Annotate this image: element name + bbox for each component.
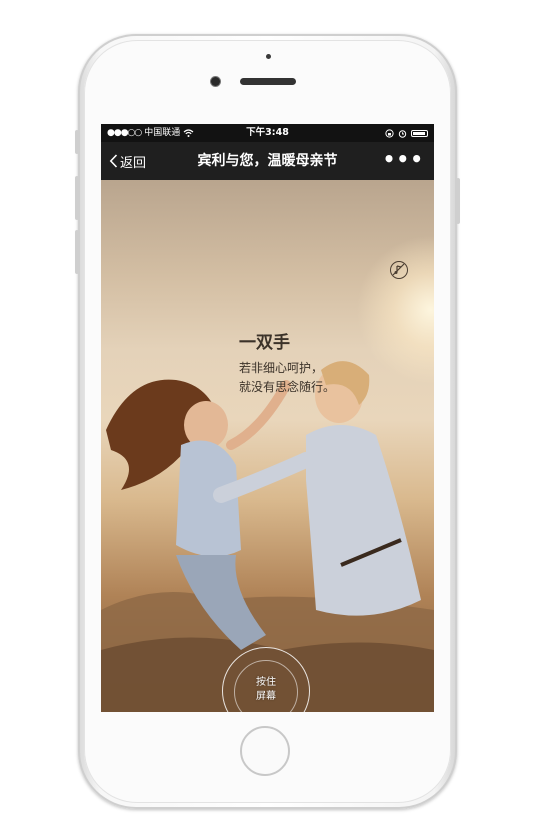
status-bar: ●●●○○ 中国联通 下午3:48	[101, 124, 434, 142]
mother-child-illustration	[101, 361, 434, 712]
home-button[interactable]	[240, 726, 290, 776]
fingerprint-hint-line: 按住	[256, 677, 276, 688]
volume-down-button	[75, 230, 79, 274]
caption-title: 一双手	[239, 333, 290, 353]
screen: ●●●○○ 中国联通 下午3:48 返回 宾利与您，温暖母亲节 ••• 一双手 …	[101, 124, 434, 712]
proximity-sensor	[266, 54, 271, 59]
power-button	[456, 178, 460, 224]
mute-switch	[75, 130, 79, 154]
fingerprint-hint: 按住 屏幕	[240, 676, 292, 704]
fingerprint-hint-line: 屏幕	[256, 691, 276, 702]
caption-line: 若非细心呵护，	[239, 361, 324, 375]
caption-block: 一双手 若非细心呵护， 就没有思念随行。	[239, 328, 335, 397]
caption-line: 就没有思念随行。	[239, 380, 336, 394]
hero-photo: 一双手 若非细心呵护， 就没有思念随行。 按住 屏幕	[101, 180, 434, 712]
alarm-icon	[398, 129, 407, 138]
nav-bar: 返回 宾利与您，温暖母亲节 •••	[101, 142, 434, 180]
music-off-icon[interactable]	[390, 261, 408, 279]
front-camera	[211, 77, 220, 86]
more-menu-button[interactable]: •••	[383, 142, 424, 176]
battery-icon	[411, 129, 428, 137]
orientation-lock-icon	[385, 128, 394, 138]
earpiece-speaker	[240, 78, 296, 85]
volume-up-button	[75, 176, 79, 220]
